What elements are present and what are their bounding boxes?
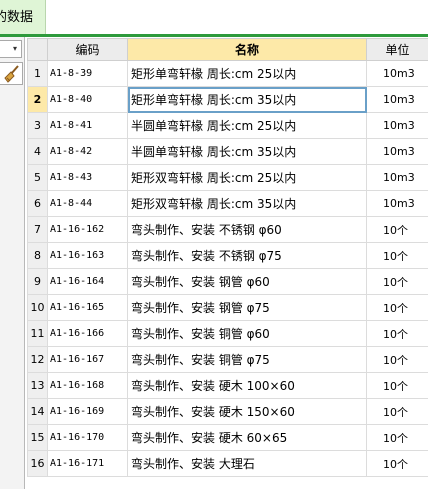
quota-table: 编码 名称 单位 1 A1-8-39 矩形单弯轩椽 周长:cm 25以内 10m3 2 A… xyxy=(27,38,428,477)
row-index[interactable]: 10 xyxy=(27,294,48,321)
row-unit[interactable]: 10m3 xyxy=(366,60,428,87)
table-row[interactable]: 5 A1-8-43 矩形双弯轩椽 周长:cm 25以内 10m3 xyxy=(27,164,428,191)
table-row[interactable]: 8 A1-16-163 弯头制作、安装 不锈钢 φ75 10个 xyxy=(27,242,428,269)
table-row[interactable]: 11 A1-16-166 弯头制作、安装 铜管 φ60 10个 xyxy=(27,320,428,347)
table-row[interactable]: 15 A1-16-170 弯头制作、安装 硬木 60×65 10个 xyxy=(27,424,428,451)
row-code[interactable]: A1-8-43 xyxy=(47,164,128,191)
row-unit[interactable]: 10m3 xyxy=(366,86,428,113)
table-header-row: 编码 名称 单位 xyxy=(27,38,428,61)
row-unit[interactable]: 10个 xyxy=(366,346,428,373)
table-row[interactable]: 7 A1-16-162 弯头制作、安装 不锈钢 φ60 10个 xyxy=(27,216,428,243)
row-index[interactable]: 8 xyxy=(27,242,48,269)
row-name[interactable]: 矩形单弯轩椽 周长:cm 35以内 xyxy=(127,86,367,113)
header-name[interactable]: 名称 xyxy=(127,38,367,61)
row-name[interactable]: 弯头制作、安装 硬木 150×60 xyxy=(127,398,367,425)
row-code[interactable]: A1-16-165 xyxy=(47,294,128,321)
row-name[interactable]: 矩形双弯轩椽 周长:cm 25以内 xyxy=(127,164,367,191)
row-name[interactable]: 弯头制作、安装 钢管 φ75 xyxy=(127,294,367,321)
row-index[interactable]: 7 xyxy=(27,216,48,243)
row-name[interactable]: 弯头制作、安装 不锈钢 φ60 xyxy=(127,216,367,243)
row-unit[interactable]: 10个 xyxy=(366,320,428,347)
row-code[interactable]: A1-16-163 xyxy=(47,242,128,269)
row-index[interactable]: 15 xyxy=(27,424,48,451)
row-name[interactable]: 弯头制作、安装 铜管 φ75 xyxy=(127,346,367,373)
row-name[interactable]: 半圆单弯轩椽 周长:cm 25以内 xyxy=(127,112,367,139)
row-index[interactable]: 9 xyxy=(27,268,48,295)
row-code[interactable]: A1-16-169 xyxy=(47,398,128,425)
row-index[interactable]: 2 xyxy=(27,86,48,113)
row-unit[interactable]: 10m3 xyxy=(366,138,428,165)
row-code[interactable]: A1-8-42 xyxy=(47,138,128,165)
row-unit[interactable]: 10m3 xyxy=(366,112,428,139)
row-index[interactable]: 6 xyxy=(27,190,48,217)
table-row[interactable]: 16 A1-16-171 弯头制作、安装 大理石 10个 xyxy=(27,450,428,477)
dropdown-button[interactable]: ▾ xyxy=(0,40,22,58)
row-index[interactable]: 1 xyxy=(27,60,48,87)
table-row[interactable]: 1 A1-8-39 矩形单弯轩椽 周长:cm 25以内 10m3 xyxy=(27,60,428,87)
row-unit[interactable]: 10个 xyxy=(366,268,428,295)
table-row[interactable]: 10 A1-16-165 弯头制作、安装 钢管 φ75 10个 xyxy=(27,294,428,321)
header-unit[interactable]: 单位 xyxy=(366,38,428,61)
header-index xyxy=(27,38,48,61)
row-index[interactable]: 3 xyxy=(27,112,48,139)
row-name[interactable]: 弯头制作、安装 铜管 φ60 xyxy=(127,320,367,347)
row-index[interactable]: 14 xyxy=(27,398,48,425)
broom-icon xyxy=(4,65,19,83)
row-code[interactable]: A1-16-168 xyxy=(47,372,128,399)
row-unit[interactable]: 10个 xyxy=(366,424,428,451)
row-code[interactable]: A1-16-171 xyxy=(47,450,128,477)
table-row[interactable]: 13 A1-16-168 弯头制作、安装 硬木 100×60 10个 xyxy=(27,372,428,399)
row-code[interactable]: A1-16-162 xyxy=(47,216,128,243)
row-index[interactable]: 11 xyxy=(27,320,48,347)
row-code[interactable]: A1-16-164 xyxy=(47,268,128,295)
row-name[interactable]: 弯头制作、安装 硬木 100×60 xyxy=(127,372,367,399)
row-name[interactable]: 半圆单弯轩椽 周长:cm 35以内 xyxy=(127,138,367,165)
row-index[interactable]: 5 xyxy=(27,164,48,191)
row-code[interactable]: A1-16-170 xyxy=(47,424,128,451)
row-unit[interactable]: 10个 xyxy=(366,372,428,399)
row-unit[interactable]: 10m3 xyxy=(366,164,428,191)
row-index[interactable]: 4 xyxy=(27,138,48,165)
clear-button[interactable] xyxy=(0,62,23,85)
row-index[interactable]: 16 xyxy=(27,450,48,477)
row-code[interactable]: A1-8-40 xyxy=(47,86,128,113)
table-row[interactable]: 2 A1-8-40 矩形单弯轩椽 周长:cm 35以内 10m3 xyxy=(27,86,428,113)
row-code[interactable]: A1-8-44 xyxy=(47,190,128,217)
table-row[interactable]: 9 A1-16-164 弯头制作、安装 钢管 φ60 10个 xyxy=(27,268,428,295)
row-name[interactable]: 弯头制作、安装 硬木 60×65 xyxy=(127,424,367,451)
row-code[interactable]: A1-16-167 xyxy=(47,346,128,373)
table-row[interactable]: 3 A1-8-41 半圆单弯轩椽 周长:cm 25以内 10m3 xyxy=(27,112,428,139)
row-name[interactable]: 弯头制作、安装 不锈钢 φ75 xyxy=(127,242,367,269)
row-unit[interactable]: 10个 xyxy=(366,216,428,243)
row-unit[interactable]: 10个 xyxy=(366,398,428,425)
left-panel: ▾ xyxy=(0,37,25,489)
row-unit[interactable]: 10个 xyxy=(366,450,428,477)
table-row[interactable]: 4 A1-8-42 半圆单弯轩椽 周长:cm 35以内 10m3 xyxy=(27,138,428,165)
chevron-down-icon: ▾ xyxy=(12,44,17,53)
row-name[interactable]: 弯头制作、安装 大理石 xyxy=(127,450,367,477)
row-unit[interactable]: 10个 xyxy=(366,242,428,269)
tab-bar: 的数据 xyxy=(0,0,428,35)
row-code[interactable]: A1-8-39 xyxy=(47,60,128,87)
table-row[interactable]: 14 A1-16-169 弯头制作、安装 硬木 150×60 10个 xyxy=(27,398,428,425)
row-name[interactable]: 矩形双弯轩椽 周长:cm 35以内 xyxy=(127,190,367,217)
tab-data[interactable]: 的数据 xyxy=(0,0,46,34)
header-code[interactable]: 编码 xyxy=(47,38,128,61)
row-index[interactable]: 12 xyxy=(27,346,48,373)
row-unit[interactable]: 10个 xyxy=(366,294,428,321)
row-name[interactable]: 弯头制作、安装 钢管 φ60 xyxy=(127,268,367,295)
row-code[interactable]: A1-8-41 xyxy=(47,112,128,139)
row-name[interactable]: 矩形单弯轩椽 周长:cm 25以内 xyxy=(127,60,367,87)
row-code[interactable]: A1-16-166 xyxy=(47,320,128,347)
row-index[interactable]: 13 xyxy=(27,372,48,399)
tab-underline xyxy=(0,34,428,37)
tab-label: 的数据 xyxy=(0,10,34,25)
table-row[interactable]: 12 A1-16-167 弯头制作、安装 铜管 φ75 10个 xyxy=(27,346,428,373)
table-row[interactable]: 6 A1-8-44 矩形双弯轩椽 周长:cm 35以内 10m3 xyxy=(27,190,428,217)
row-unit[interactable]: 10m3 xyxy=(366,190,428,217)
